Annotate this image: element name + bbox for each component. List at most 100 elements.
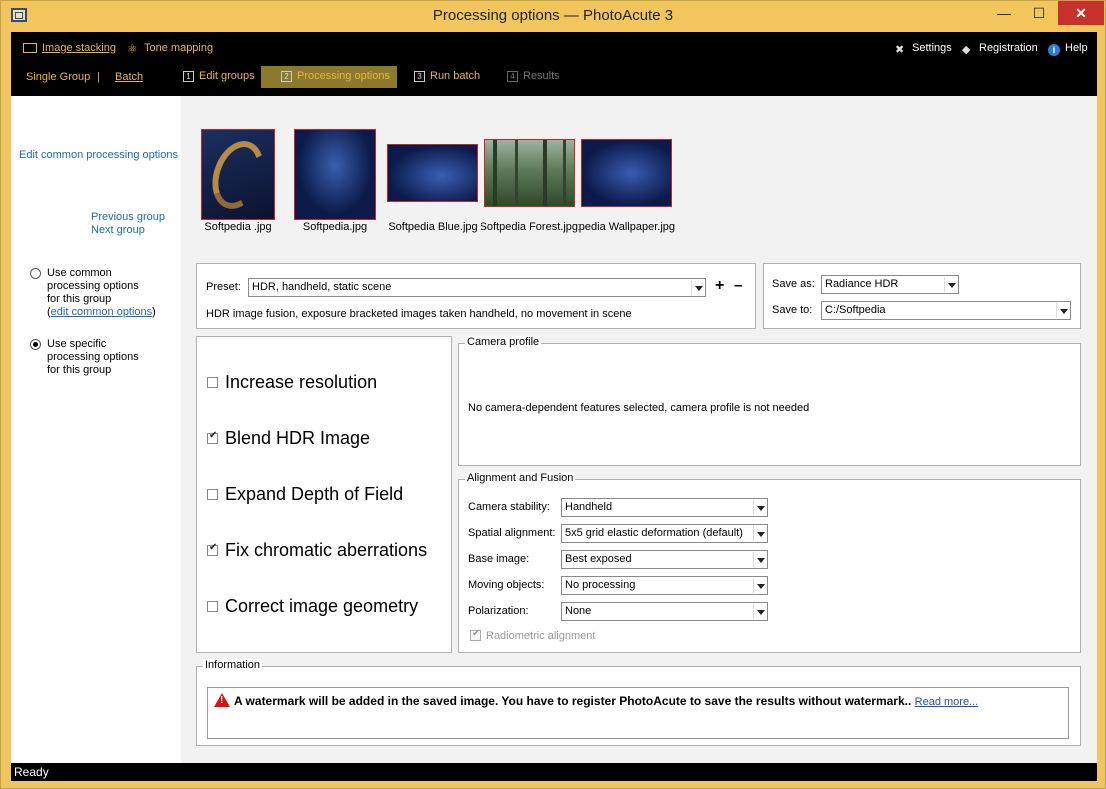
warning-message: A watermark will be added in the saved i… <box>234 694 979 708</box>
nav-step-row: Single Group | Batch 1 Edit groups 2 Proce… <box>11 64 1097 96</box>
tone-mapping-icon: ⚛ <box>127 42 138 56</box>
chevron-down-icon <box>944 277 957 292</box>
registration-link[interactable]: ◆ Registration <box>962 42 1038 56</box>
thumbnail-label: Softpedia .jpg <box>204 221 272 233</box>
chevron-down-icon <box>753 500 766 515</box>
use-specific-radio[interactable]: Use specific processing options for this… <box>30 338 181 377</box>
option-fix-chromatic[interactable]: Fix chromatic aberrations <box>207 540 427 561</box>
previous-group-link[interactable]: Previous group <box>91 211 165 223</box>
remove-preset-button[interactable]: – <box>734 277 742 294</box>
mode-image-stacking[interactable]: Image stacking <box>23 42 116 54</box>
mode-tone-mapping[interactable]: ⚛ Tone mapping <box>127 42 213 56</box>
radiometric-alignment-label: Radiometric alignment <box>486 630 596 642</box>
step-number: 3 <box>414 71 425 82</box>
moving-objects-dropdown[interactable]: No processing <box>561 576 768 595</box>
single-group-link[interactable]: Single Group <box>26 71 90 83</box>
step-edit-groups[interactable]: 1 Edit groups <box>183 70 255 82</box>
option-expand-dof[interactable]: Expand Depth of Field <box>207 484 403 505</box>
checkbox-checked[interactable] <box>207 542 218 556</box>
step-processing-options-label: 2 Processing options <box>281 70 390 82</box>
base-image-label: Base image: <box>468 553 530 565</box>
camera-profile-message: No camera-dependent features selected, c… <box>468 402 810 414</box>
batch-link[interactable]: Batch <box>115 71 143 83</box>
chevron-down-icon <box>753 552 766 567</box>
information-title: Information <box>203 659 263 671</box>
next-group-link[interactable]: Next group <box>91 224 145 236</box>
step-number: 2 <box>281 71 292 82</box>
chevron-down-icon <box>753 526 766 541</box>
thumbnail-image[interactable] <box>294 129 376 220</box>
thumbnail-label: Softpedia Blue.jpg <box>388 221 478 233</box>
preset-dropdown[interactable]: HDR, handheld, static scene <box>248 278 706 297</box>
read-more-link[interactable]: Read more... <box>915 696 979 708</box>
thumbnail-image[interactable] <box>581 139 672 207</box>
warning-box: ! A watermark will be added in the saved… <box>207 687 1069 739</box>
polarization-dropdown[interactable]: None <box>561 602 768 621</box>
base-image-dropdown[interactable]: Best exposed <box>561 550 768 569</box>
chevron-down-icon <box>753 604 766 619</box>
moving-objects-label: Moving objects: <box>468 579 545 591</box>
nav-separator: | <box>97 71 100 83</box>
warning-icon: ! <box>214 693 230 707</box>
step-number: 4 <box>507 71 518 82</box>
chevron-down-icon <box>753 578 766 593</box>
nav-mode-row: Image stacking ⚛ Tone mapping ✖ Settings ◆… <box>11 32 1097 64</box>
checkbox-checked[interactable] <box>207 430 218 444</box>
spatial-alignment-dropdown[interactable]: 5x5 grid elastic deformation (default) <box>561 524 768 543</box>
step-results: 4 Results <box>507 70 560 82</box>
radio-button[interactable] <box>30 268 41 279</box>
window-title: Processing options — PhotoAcute 3 <box>432 7 674 24</box>
option-correct-geometry[interactable]: Correct image geometry <box>207 596 418 617</box>
thumbnail-label: Softpedia Forest.jpg <box>481 221 578 233</box>
camera-profile-title: Camera profile <box>465 336 542 348</box>
thumbnail-image[interactable] <box>201 129 275 220</box>
save-as-label: Save as: <box>772 278 815 290</box>
add-preset-button[interactable]: + <box>715 277 724 295</box>
save-to-label: Save to: <box>772 304 813 316</box>
thumbnail-image[interactable] <box>387 144 478 202</box>
checkbox[interactable] <box>207 601 218 612</box>
content-area: Softpedia .jpg Softpedia.jpg Softpedia B… <box>181 96 1097 763</box>
close-button[interactable]: ✕ <box>1058 1 1104 25</box>
checkbox[interactable] <box>207 377 218 388</box>
info-icon: i <box>1048 44 1060 56</box>
camera-stability-dropdown[interactable]: Handheld <box>561 498 768 517</box>
sidebar: Edit common processing options Previous … <box>11 96 181 763</box>
thumbnail-label: Softpedia.jpg <box>302 221 368 233</box>
minimize-button[interactable]: — <box>987 1 1021 25</box>
help-link[interactable]: i Help <box>1048 42 1088 56</box>
maximize-button[interactable]: ☐ <box>1022 1 1056 25</box>
thumbnail-label: Softpedia Wallpaper.jpg <box>578 221 675 233</box>
edit-common-options-link[interactable]: Edit common processing options <box>19 149 178 161</box>
camera-stability-label: Camera stability: <box>468 501 550 513</box>
step-processing-options[interactable]: 2 Processing options <box>261 66 397 88</box>
camera-profile-group: Camera profile No camera-dependent featu… <box>458 336 1081 466</box>
edit-common-options-inline-link[interactable]: edit common options <box>51 306 153 318</box>
checkbox[interactable] <box>207 489 218 500</box>
option-blend-hdr[interactable]: Blend HDR Image <box>207 428 370 449</box>
processing-options-panel: Increase resolution Blend HDR Image Expa… <box>196 336 452 653</box>
use-common-radio[interactable]: Use common processing options for this g… <box>30 267 181 319</box>
chevron-down-icon <box>691 280 704 295</box>
preset-label: Preset: <box>206 281 241 293</box>
main-area: Edit common processing options Previous … <box>11 96 1097 763</box>
image-stack-icon <box>23 43 37 53</box>
save-to-dropdown[interactable]: C:/Softpedia <box>821 301 1071 320</box>
radio-button-selected[interactable] <box>30 339 41 350</box>
settings-link[interactable]: ✖ Settings <box>895 42 952 56</box>
thumbnail-image[interactable] <box>484 139 575 207</box>
information-group: Information ! A watermark will be added … <box>196 659 1081 746</box>
navigation-bar: Image stacking ⚛ Tone mapping ✖ Settings ◆… <box>11 32 1097 96</box>
app-window: Processing options — PhotoAcute 3 — ☐ ✕ … <box>0 0 1106 789</box>
option-increase-resolution[interactable]: Increase resolution <box>207 372 377 393</box>
radiometric-alignment-checkbox <box>470 628 481 641</box>
preset-panel: Preset: HDR, handheld, static scene + – … <box>196 263 756 329</box>
save-as-dropdown[interactable]: Radiance HDR <box>821 275 959 294</box>
step-number: 1 <box>183 71 194 82</box>
spatial-alignment-label: Spatial alignment: <box>468 527 556 539</box>
status-bar: Ready <box>11 763 1097 781</box>
save-panel: Save as: Radiance HDR Save to: C:/Softpe… <box>763 263 1081 329</box>
tools-icon: ✖ <box>895 44 905 56</box>
step-run-batch[interactable]: 3 Run batch <box>414 70 480 82</box>
alignment-fusion-title: Alignment and Fusion <box>465 472 576 484</box>
